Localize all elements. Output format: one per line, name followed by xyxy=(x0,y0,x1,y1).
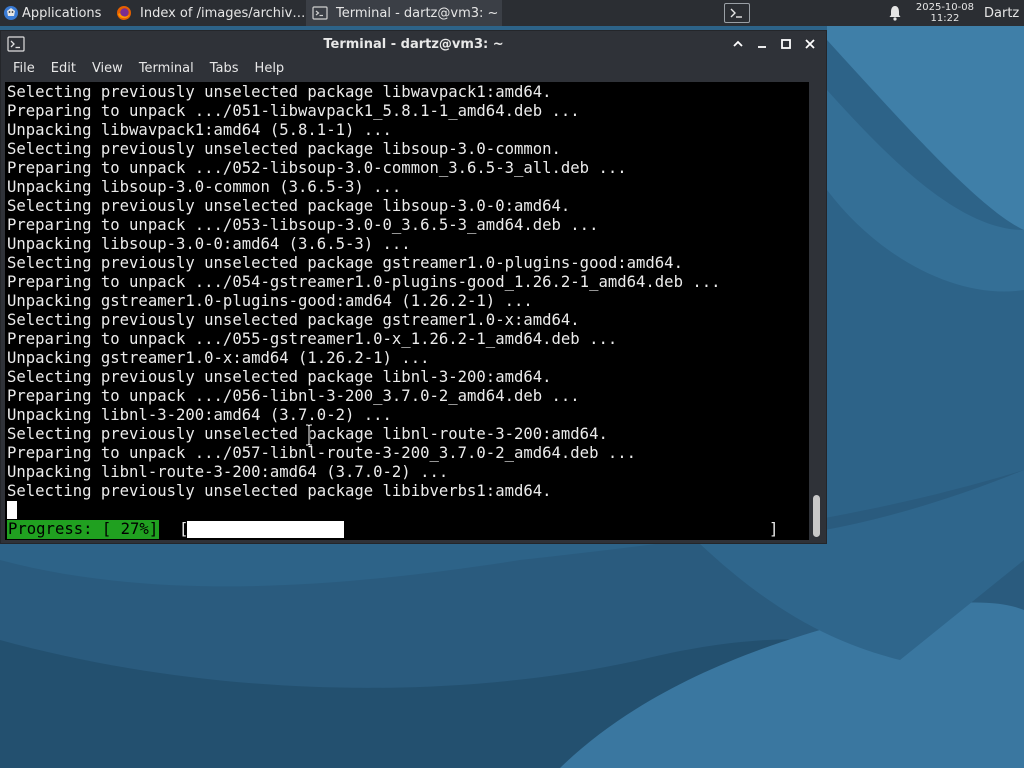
menu-help[interactable]: Help xyxy=(247,57,293,81)
clock-time: 11:22 xyxy=(930,13,960,24)
terminal-cursor xyxy=(7,501,17,519)
close-icon xyxy=(805,39,815,49)
terminal-icon xyxy=(312,6,328,20)
menu-edit[interactable]: Edit xyxy=(43,57,84,81)
terminal-line: Unpacking libsoup-3.0-0:amd64 (3.6.5-3) … xyxy=(7,235,411,253)
maximize-icon xyxy=(781,39,791,49)
terminal-line: Preparing to unpack .../052-libsoup-3.0-… xyxy=(7,159,627,177)
xfce-logo-icon xyxy=(4,6,18,20)
top-panel: Applications ⋮ Index of /images/archiv… … xyxy=(0,0,1024,26)
terminal-line: Unpacking gstreamer1.0-plugins-good:amd6… xyxy=(7,292,533,310)
close-button[interactable] xyxy=(800,34,820,54)
progress-bracket-close: ] xyxy=(769,520,779,538)
terminal-line: Selecting previously unselected package … xyxy=(7,197,571,215)
bell-icon[interactable] xyxy=(888,5,902,21)
window-titlebar[interactable]: Terminal - dartz@vm3: ~ xyxy=(1,31,826,57)
terminal-line: Unpacking gstreamer1.0-x:amd64 (1.26.2-1… xyxy=(7,349,430,367)
taskbar-item-label: Index of /images/archiv… xyxy=(140,5,306,21)
minimize-icon xyxy=(758,46,766,48)
progress-row: Progress: [ 27%] [ ] xyxy=(5,520,809,539)
firefox-icon xyxy=(117,6,131,20)
window-title: Terminal - dartz@vm3: ~ xyxy=(323,36,504,52)
terminal-line: Unpacking libsoup-3.0-common (3.6.5-3) .… xyxy=(7,178,402,196)
scrollbar-thumb[interactable] xyxy=(813,495,820,537)
terminal-line: Selecting previously unselected package … xyxy=(7,482,552,500)
terminal-line: Selecting previously unselected package … xyxy=(7,254,683,272)
taskbar-item-terminal[interactable]: Terminal - dartz@vm3: ~ xyxy=(306,0,502,26)
terminal-scrollbar[interactable] xyxy=(809,82,825,540)
applications-label: Applications xyxy=(22,5,102,21)
terminal-launcher-icon xyxy=(730,8,742,18)
maximize-button[interactable] xyxy=(776,34,796,54)
progress-label: Progress: [ 27%] xyxy=(7,520,160,539)
progress-bar xyxy=(187,521,769,538)
chevron-up-icon xyxy=(733,40,743,47)
terminal-window: Terminal - dartz@vm3: ~ File Edit View T… xyxy=(0,30,827,544)
panel-clock[interactable]: 2025-10-08 11:22 xyxy=(916,2,974,24)
menu-view[interactable]: View xyxy=(84,57,131,81)
terminal-lines: Selecting previously unselected package … xyxy=(7,83,721,501)
terminal-line: Preparing to unpack .../053-libsoup-3.0-… xyxy=(7,216,599,234)
terminal-line: Selecting previously unselected package … xyxy=(7,83,552,101)
menu-tabs[interactable]: Tabs xyxy=(202,57,247,81)
terminal-line: Preparing to unpack .../054-gstreamer1.0… xyxy=(7,273,721,291)
terminal-line: Preparing to unpack .../056-libnl-3-200_… xyxy=(7,387,580,405)
terminal-line: Unpacking libnl-3-200:amd64 (3.7.0-2) ..… xyxy=(7,406,392,424)
applications-menu-button[interactable]: Applications ⋮ xyxy=(0,0,110,26)
progress-bar-fill xyxy=(187,521,345,538)
window-controls xyxy=(728,31,820,57)
minimize-button[interactable] xyxy=(752,34,772,54)
terminal-line: Selecting previously unselected package … xyxy=(7,368,552,386)
terminal-line: Preparing to unpack .../051-libwavpack1_… xyxy=(7,102,580,120)
terminal-line: Unpacking libnl-route-3-200:amd64 (3.7.0… xyxy=(7,463,449,481)
terminal-line: Selecting previously unselected package … xyxy=(7,425,608,443)
menu-terminal[interactable]: Terminal xyxy=(131,57,202,81)
taskbar-item-label: Terminal - dartz@vm3: ~ xyxy=(336,5,499,21)
user-menu[interactable]: Dartz xyxy=(984,6,1024,21)
terminal-launcher-button[interactable] xyxy=(723,3,750,23)
menu-file[interactable]: File xyxy=(5,57,43,81)
terminal-line: Selecting previously unselected package … xyxy=(7,140,561,158)
terminal-line: Preparing to unpack .../055-gstreamer1.0… xyxy=(7,330,618,348)
text-cursor-icon xyxy=(306,424,312,446)
shade-button[interactable] xyxy=(728,34,748,54)
terminal-line: Unpacking libwavpack1:amd64 (5.8.1-1) ..… xyxy=(7,121,392,139)
terminal-output[interactable]: Selecting previously unselected package … xyxy=(5,82,809,540)
menu-bar: File Edit View Terminal Tabs Help xyxy=(1,57,826,81)
clock-date: 2025-10-08 xyxy=(915,2,974,13)
terminal-line: Preparing to unpack .../057-libnl-route-… xyxy=(7,444,637,462)
terminal-line: Selecting previously unselected package … xyxy=(7,311,580,329)
taskbar-item-firefox[interactable]: Index of /images/archiv… xyxy=(110,0,306,26)
